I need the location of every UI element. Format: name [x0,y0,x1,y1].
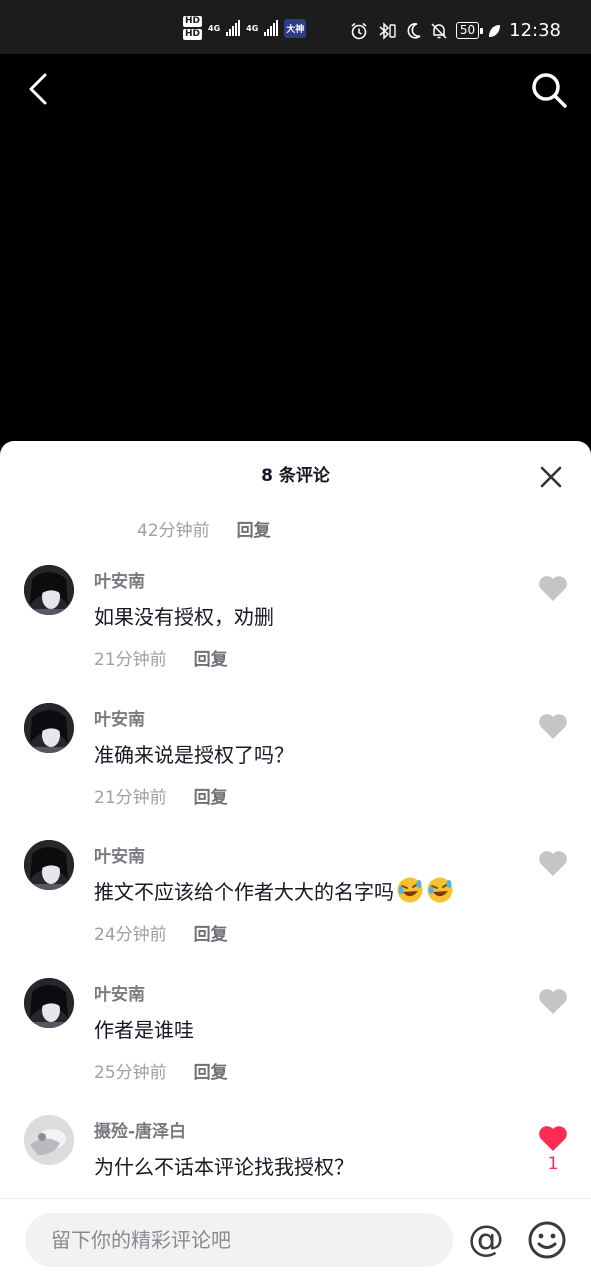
moon-icon [407,22,421,39]
heart-filled-icon [539,1126,567,1151]
rolling-laughing-emoji-icon [397,877,423,903]
close-icon [540,466,562,488]
comment-time: 24分钟前 [94,925,167,945]
like-count: 1 [547,1154,559,1174]
hd-badge-2: HD [183,29,203,40]
alarm-icon [351,22,367,39]
commenter-name[interactable]: 叶安南 [94,705,145,730]
commenter-name[interactable]: 叶安南 [94,567,145,592]
commenter-name[interactable]: 摄殓-唐泽白 [94,1117,186,1142]
comment-text: 如果没有授权，劝删 [94,605,274,629]
comments-sheet: 8 条评论 42分钟前 回复 叶安南 如果没有授权，劝删 21分钟前 回复 叶安… [0,441,591,1280]
heart-icon [539,989,567,1014]
reply-button[interactable]: 回复 [194,645,228,670]
comment-input-bar: @ [0,1198,591,1280]
comment-item: 叶安南 推文不应该给个作者大大的名字吗 24分钟前 回复 [0,840,591,970]
emoji-button[interactable] [526,1219,568,1261]
leaf-icon [489,24,501,37]
avatar[interactable] [24,565,74,615]
partial-comment-meta: 42分钟前 回复 [137,516,271,541]
mention-button[interactable]: @ [464,1217,508,1261]
comment-input[interactable] [51,1228,453,1252]
avatar[interactable] [24,703,74,753]
network-indicators: HD HD 4G 4G 大神 [183,16,307,40]
bluetooth-vibrate-icon [379,21,396,40]
comment-time: 21分钟前 [94,788,167,808]
comment-text: 作者是谁哇 [94,1018,194,1042]
reply-button[interactable]: 回复 [194,920,228,945]
comment-text-line: 推文不应该给个作者大大的名字吗 [94,876,454,905]
like-button[interactable]: 1 [537,1125,569,1174]
search-icon [532,73,567,108]
comment-item: 叶安南 如果没有授权，劝删 21分钟前 回复 [0,565,591,695]
comment-time: 25分钟前 [94,1063,167,1083]
comment-input-container[interactable] [25,1213,453,1267]
avatar[interactable] [24,978,74,1028]
mute-bell-icon [431,22,447,39]
hd-badge-1: HD [183,16,203,27]
comment-text: 为什么不话本评论找我授权？ [94,1155,354,1179]
signal-icon [226,20,241,36]
comment-item: 叶安南 准确来说是授权了吗？ 21分钟前 回复 [0,703,591,833]
avatar[interactable] [24,1115,74,1165]
app-badge: 大神 [284,18,307,38]
clock-time: 12:38 [509,20,561,41]
comment-time: 21分钟前 [94,650,167,670]
status-bar: HD HD 4G 4G 大神 50 12:38 [0,0,591,54]
comments-count-title: 8 条评论 [261,466,330,486]
battery-indicator: 50 [455,22,484,39]
close-button[interactable] [537,463,565,491]
avatar[interactable] [24,840,74,890]
signal-icon [264,20,279,36]
heart-icon [539,576,567,601]
heart-icon [539,714,567,739]
smiley-icon [528,1221,566,1259]
network-type-1: 4G [208,23,221,33]
reply-button[interactable]: 回复 [237,516,271,541]
comment-text: 准确来说是授权了吗？ [94,743,294,767]
chevron-left-icon [29,73,47,105]
search-button[interactable] [527,68,571,112]
network-type-2: 4G [246,23,259,33]
commenter-name[interactable]: 叶安南 [94,980,145,1005]
heart-icon [539,851,567,876]
comment-item: 叶安南 作者是谁哇 25分钟前 回复 [0,978,591,1108]
back-button[interactable] [18,66,58,112]
comment-time: 42分钟前 [137,521,210,541]
rolling-laughing-emoji-icon [427,877,453,903]
commenter-name[interactable]: 叶安南 [94,842,145,867]
like-button[interactable] [537,575,569,602]
like-button[interactable] [537,713,569,740]
comment-text: 推文不应该给个作者大大的名字吗 [94,880,394,904]
like-button[interactable] [537,988,569,1015]
reply-button[interactable]: 回复 [194,1058,228,1083]
status-icons: 50 12:38 [350,20,561,41]
like-button[interactable] [537,850,569,877]
reply-button[interactable]: 回复 [194,783,228,808]
